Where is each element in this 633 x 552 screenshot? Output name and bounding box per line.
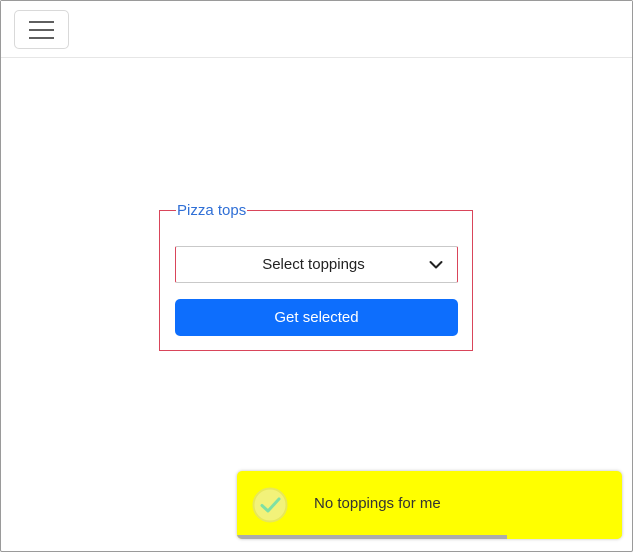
- toast-notification[interactable]: No toppings for me: [237, 471, 622, 539]
- hamburger-menu-icon: [29, 20, 54, 39]
- navbar-toggle-button[interactable]: [14, 10, 69, 49]
- navbar: [1, 1, 632, 58]
- chevron-down-icon: [429, 261, 443, 269]
- get-selected-button[interactable]: Get selected: [175, 299, 458, 336]
- toast-progress-track: [237, 535, 622, 539]
- toast-message: No toppings for me: [314, 495, 441, 512]
- fieldset-legend: Pizza tops: [176, 202, 248, 220]
- toppings-select[interactable]: Select toppings: [175, 246, 458, 283]
- check-circle-icon: [252, 487, 288, 523]
- toast-progress-bar: [237, 535, 507, 539]
- toppings-select-placeholder: Select toppings: [262, 256, 365, 273]
